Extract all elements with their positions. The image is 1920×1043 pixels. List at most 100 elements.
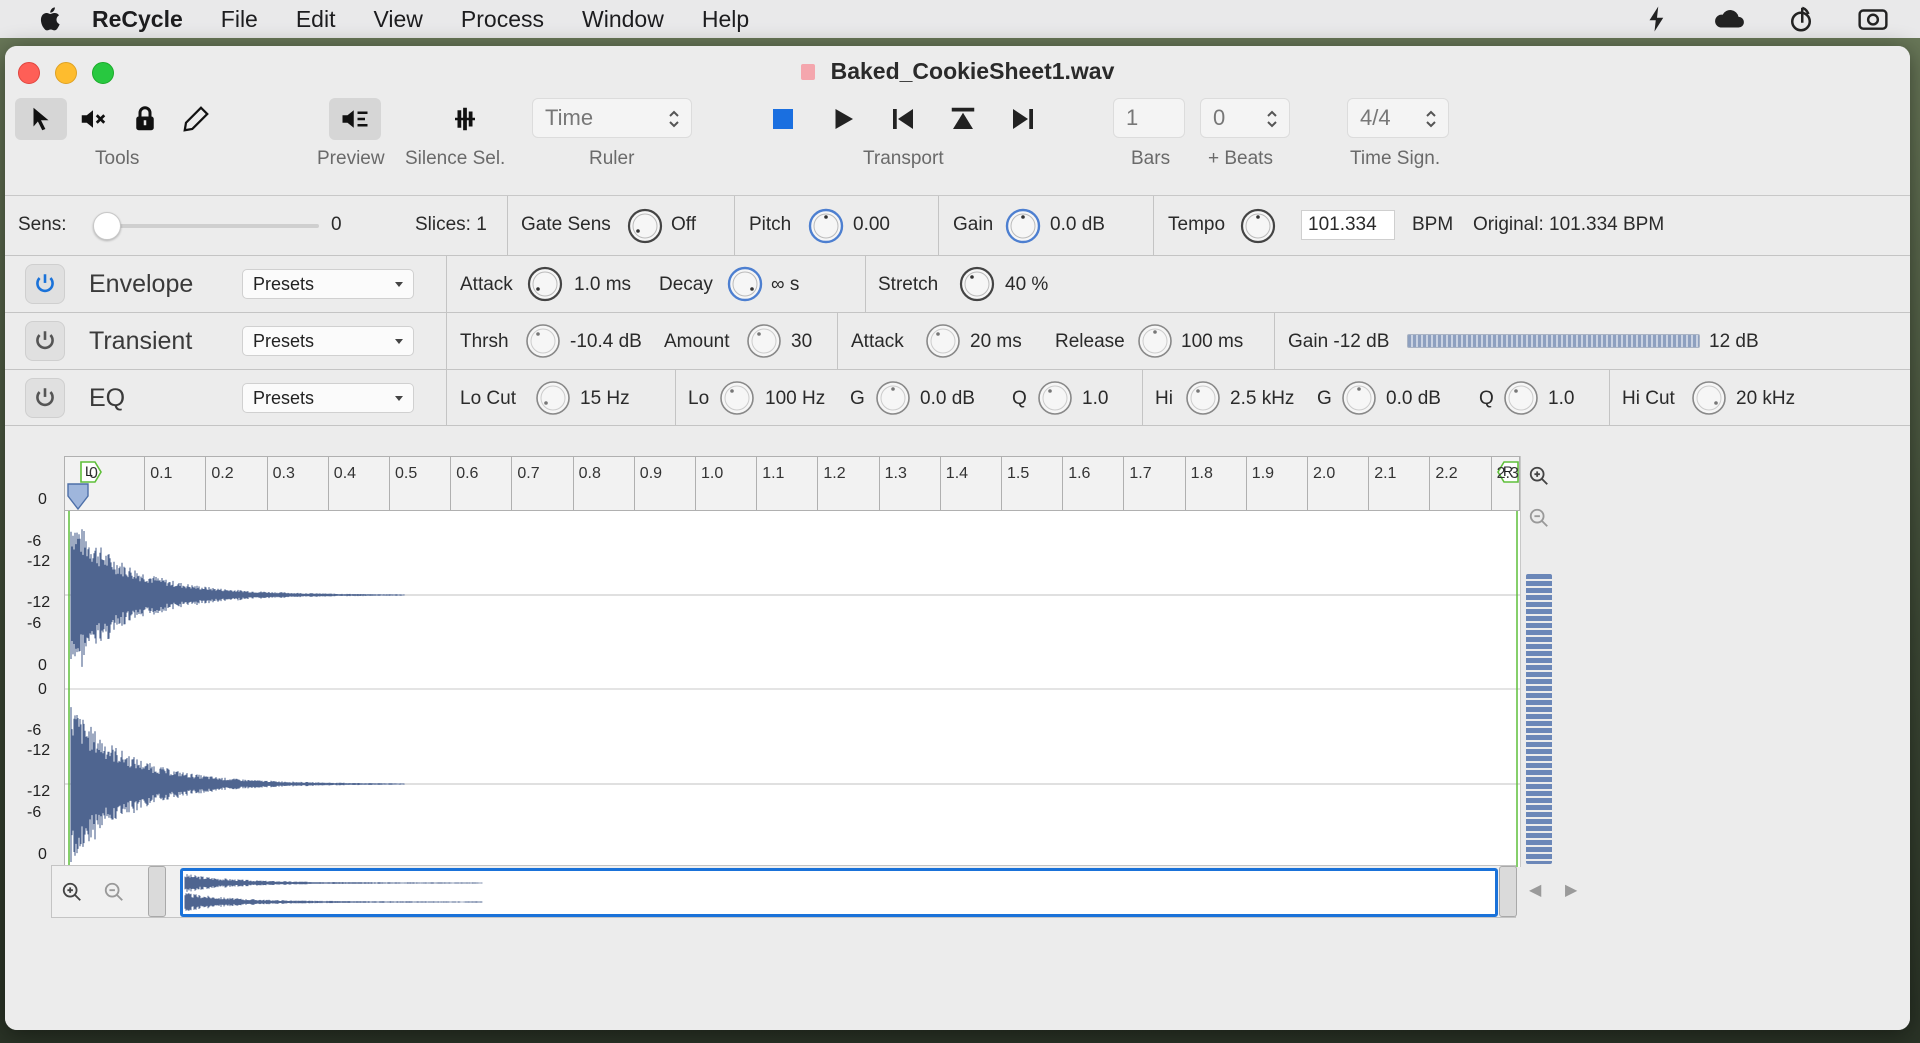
skip-forward-icon [1013,109,1033,129]
envelope-presets-dropdown[interactable]: Presets [242,269,414,299]
titlebar-toolbar: Baked_CookieSheet1.wav Tools Preview Sil… [5,46,1910,196]
menu-window[interactable]: Window [582,6,664,33]
zoom-out-icon [104,882,123,901]
bolt-icon[interactable] [1640,4,1674,34]
lo-knob[interactable] [719,380,755,416]
music-note-icon[interactable] [1784,4,1818,34]
transient-gain-slider[interactable] [1407,334,1700,348]
loop-start-button[interactable] [937,98,989,140]
envelope-decay-knob[interactable] [727,266,763,302]
cloud-icon[interactable] [1712,4,1746,34]
waveform-display[interactable] [64,511,1521,867]
ruler-select[interactable]: Time [532,98,692,138]
preview-button[interactable] [329,98,381,140]
menu-view[interactable]: View [373,6,422,33]
scroll-right-icon[interactable]: ▶ [1565,880,1577,900]
gain-knob[interactable] [1005,208,1041,244]
rewind-button[interactable] [877,98,929,140]
hi-gain-knob[interactable] [1341,380,1377,416]
overview-right-handle[interactable] [1499,866,1517,917]
ruler-tick-label: 2.1 [1374,465,1397,482]
zoom-out-vertical-button[interactable] [1525,504,1553,532]
db-scale-label: -12 [27,783,51,800]
waveform-area: L R 0 0.1 0.2 0.3 0.4 0.5 0.6 0.7 0.8 0.9 1.0 1.1 1.… [5,456,1910,1030]
eq-power-button[interactable] [25,378,65,418]
menu-help[interactable]: Help [702,6,749,33]
zoom-in-vertical-button[interactable] [1525,462,1553,490]
sens-slider-thumb[interactable] [93,212,121,240]
waveform-svg [65,511,1521,867]
menu-process[interactable]: Process [461,6,544,33]
pointer-tool-button[interactable] [15,98,67,140]
overview-bar [51,865,1517,918]
original-tempo: Original: 101.334 BPM [1473,214,1665,235]
ruler-tick-label: 1.4 [945,465,969,482]
release-knob[interactable] [1137,323,1173,359]
skip-back-icon [893,109,913,129]
eq-presets-dropdown[interactable]: Presets [242,383,414,413]
ruler-label: Ruler [589,148,635,169]
menu-file[interactable]: File [221,6,258,33]
time-ruler[interactable]: L R 0 0.1 0.2 0.3 0.4 0.5 0.6 0.7 0.8 0.9 1.0 1.1 1.… [64,456,1520,512]
playhead-marker[interactable] [67,483,89,511]
menu-edit[interactable]: Edit [296,6,336,33]
stretch-knob[interactable] [959,266,995,302]
camera-icon[interactable] [1856,4,1890,34]
ruler-tick-label: 1.3 [884,465,907,482]
lo-q-knob[interactable] [1037,380,1073,416]
ruler-tick-label: 0.8 [578,465,601,482]
preview-label: Preview [317,148,385,169]
zoom-out-horizontal-button[interactable] [100,878,128,906]
hi-knob[interactable] [1185,380,1221,416]
hi-cut-knob[interactable] [1691,380,1727,416]
thrsh-value: -10.4 dB [570,331,642,352]
hi-q-knob[interactable] [1503,380,1539,416]
divider [1274,313,1275,370]
pitch-label: Pitch [749,214,792,235]
pitch-knob[interactable] [808,208,844,244]
transient-power-button[interactable] [25,321,65,361]
silence-selected-button[interactable] [439,98,491,140]
lo-gain-value: 0.0 dB [920,388,975,409]
bars-field[interactable]: 1 [1113,98,1185,138]
divider [507,196,508,256]
gate-sens-knob[interactable] [627,208,663,244]
envelope-power-button[interactable] [25,264,65,304]
sens-slider-track[interactable] [101,224,319,228]
envelope-attack-knob[interactable] [527,266,563,302]
overview-left-handle[interactable] [148,866,166,917]
stop-button[interactable] [757,98,809,140]
ruler-tick [1062,457,1064,512]
time-signature-stepper[interactable]: 4/4 [1347,98,1449,138]
lo-gain-knob[interactable] [875,380,911,416]
tempo-input[interactable]: 101.334 [1301,210,1395,240]
zoom-in-horizontal-button[interactable] [58,878,86,906]
mute-tool-button[interactable] [67,98,119,140]
amount-knob[interactable] [746,323,782,359]
thrsh-knob[interactable] [525,323,561,359]
ruler-tick [1245,457,1247,512]
divider [446,256,447,313]
apple-icon[interactable] [36,4,66,34]
transport-label: Transport [863,148,944,169]
tempo-knob[interactable] [1240,208,1276,244]
scroll-left-icon[interactable]: ◀ [1529,880,1541,900]
tools-label: Tools [95,148,140,169]
zoom-out-icon [1529,508,1548,527]
transient-presets-dropdown[interactable]: Presets [242,326,414,356]
app-menu[interactable]: ReCycle [92,6,183,33]
divider [865,256,866,313]
overview-selection[interactable] [180,868,1498,917]
transient-attack-knob[interactable] [925,323,961,359]
beats-stepper[interactable]: 0 [1200,98,1290,138]
lo-cut-knob[interactable] [535,380,571,416]
pencil-icon [183,106,209,132]
db-scale-label: -12 [27,594,51,611]
envelope-attack-label: Attack [460,274,513,295]
pencil-tool-button[interactable] [170,98,222,140]
ruler-value: Time [545,105,594,130]
ruler-tick-label: 1.0 [701,465,724,482]
skip-forward-button[interactable] [997,98,1049,140]
play-button[interactable] [817,98,869,140]
lock-tool-button[interactable] [119,98,171,140]
